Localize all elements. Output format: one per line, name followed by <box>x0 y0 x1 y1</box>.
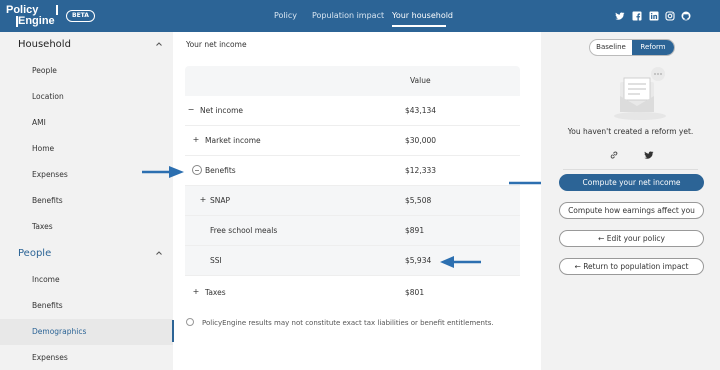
sidebar-item-expenses[interactable]: Expenses <box>0 345 173 370</box>
baseline-option[interactable]: Baseline <box>590 40 632 55</box>
logo-bar <box>56 5 58 15</box>
sidebar-item-label: Taxes <box>32 222 53 231</box>
sidebar-item-benefits[interactable]: Benefits <box>0 293 173 319</box>
sidebar-item-label: Demographics <box>32 327 87 336</box>
expand-toggle[interactable]: + <box>199 196 207 204</box>
edit-policy-label: Edit your policy <box>606 234 665 243</box>
linkedin-icon[interactable] <box>649 11 659 21</box>
instagram-icon[interactable] <box>665 11 675 21</box>
active-nav-underline <box>392 25 446 27</box>
sidebar-item-income[interactable]: Income <box>0 267 173 293</box>
row-label: SSI <box>210 256 222 265</box>
row-value: $12,333 <box>405 166 437 175</box>
facebook-icon[interactable] <box>632 11 642 21</box>
top-navigation-bar: Policy Engine BETA Policy Population imp… <box>0 0 720 32</box>
sidebar-item-label: Location <box>32 92 64 101</box>
collapse-circle-icon[interactable] <box>192 165 202 175</box>
compute-earnings-button[interactable]: Compute how earnings affect you <box>559 202 704 219</box>
divider <box>563 169 698 170</box>
sidebar-item-label: Home <box>32 144 55 153</box>
sidebar-item-demographics[interactable]: Demographics <box>0 319 173 345</box>
sidebar-item-people[interactable]: People <box>0 58 173 84</box>
sidebar-item-location[interactable]: Location <box>0 84 173 110</box>
sidebar-item-home[interactable]: Home <box>0 136 173 162</box>
empty-reform-illustration-icon <box>614 67 666 120</box>
table-row-snap[interactable]: + SNAP $5,508 <box>185 186 520 216</box>
row-label: Net income <box>200 106 244 115</box>
row-label: Taxes <box>205 288 226 297</box>
beta-badge: BETA <box>66 10 95 22</box>
nav-population-impact[interactable]: Population impact <box>312 11 384 20</box>
row-value: $43,134 <box>405 106 437 115</box>
edit-policy-button[interactable]: ← Edit your policy <box>559 230 704 247</box>
sidebar-item-label: AMI <box>32 118 46 127</box>
logo-line2: Engine <box>18 15 55 27</box>
github-icon[interactable] <box>681 11 691 21</box>
chevron-up-icon <box>156 251 162 255</box>
twitter-icon[interactable] <box>615 11 625 21</box>
annotation-arrow-left-icon <box>440 256 481 268</box>
link-icon[interactable] <box>609 150 619 160</box>
sidebar-item-ami[interactable]: AMI <box>0 110 173 136</box>
sidebar-item-label: Income <box>32 275 60 284</box>
reform-option[interactable]: Reform <box>632 40 674 55</box>
table-row-benefits[interactable]: Benefits $12,333 <box>185 156 520 186</box>
sidebar-section-title: People <box>18 248 52 259</box>
arrow-left-icon: ← <box>574 262 584 271</box>
row-label: Market income <box>205 136 261 145</box>
sidebar-item-label: People <box>32 66 57 75</box>
sidebar: Household People Location AMI Home Expen… <box>0 32 173 370</box>
sidebar-item-label: Expenses <box>32 170 68 179</box>
sidebar-section-title: Household <box>18 39 71 50</box>
disclaimer-text: PolicyEngine results may not constitute … <box>202 319 494 327</box>
row-value: $30,000 <box>405 136 437 145</box>
sidebar-item-benefits[interactable]: Benefits <box>0 188 173 214</box>
value-column-header: Value <box>410 76 431 85</box>
compute-net-income-button[interactable]: Compute your net income <box>559 174 704 191</box>
chevron-up-icon <box>156 42 162 46</box>
annotation-arrow-right-icon <box>142 166 184 178</box>
row-value: $5,508 <box>405 196 432 205</box>
table-row-net-income[interactable]: − Net income $43,134 <box>185 96 520 126</box>
nav-policy[interactable]: Policy <box>274 11 297 20</box>
row-value: $801 <box>405 288 425 297</box>
twitter-icon[interactable] <box>644 150 654 160</box>
expand-toggle[interactable]: + <box>192 288 200 296</box>
expand-toggle[interactable]: + <box>192 136 200 144</box>
disclaimer: PolicyEngine results may not constitute … <box>186 318 494 327</box>
table-row-taxes[interactable]: + Taxes $801 <box>185 278 520 308</box>
collapse-toggle[interactable]: − <box>187 106 195 114</box>
policyengine-logo[interactable]: Policy Engine <box>6 3 60 29</box>
sidebar-item-taxes[interactable]: Taxes <box>0 214 173 240</box>
nav-your-household[interactable]: Your household <box>392 11 453 20</box>
row-label: Free school meals <box>210 226 278 235</box>
page-title: Your net income <box>186 40 247 49</box>
return-population-impact-button[interactable]: ← Return to population impact <box>559 258 704 275</box>
sidebar-section-people[interactable]: People <box>0 241 173 267</box>
row-label: Benefits <box>205 166 236 175</box>
row-value: $891 <box>405 226 425 235</box>
row-value: $5,934 <box>405 256 432 265</box>
table-row-market-income[interactable]: + Market income $30,000 <box>185 126 520 156</box>
sidebar-item-label: Benefits <box>32 301 63 310</box>
net-income-table: Value − Net income $43,134 + Market inco… <box>185 66 520 311</box>
table-row-free-school-meals: Free school meals $891 <box>185 216 520 246</box>
no-reform-message: You haven't created a reform yet. <box>567 127 694 136</box>
return-population-label: Return to population impact <box>583 262 689 271</box>
row-label: SNAP <box>210 196 231 205</box>
arrow-left-icon: ← <box>598 234 607 243</box>
info-circle-icon <box>186 318 194 326</box>
sidebar-active-indicator <box>172 320 174 342</box>
sidebar-item-label: Benefits <box>32 196 63 205</box>
baseline-reform-toggle[interactable]: Baseline Reform <box>589 39 675 56</box>
sidebar-item-label: Expenses <box>32 353 68 362</box>
sidebar-section-household[interactable]: Household <box>0 32 173 58</box>
table-header: Value <box>185 66 520 96</box>
